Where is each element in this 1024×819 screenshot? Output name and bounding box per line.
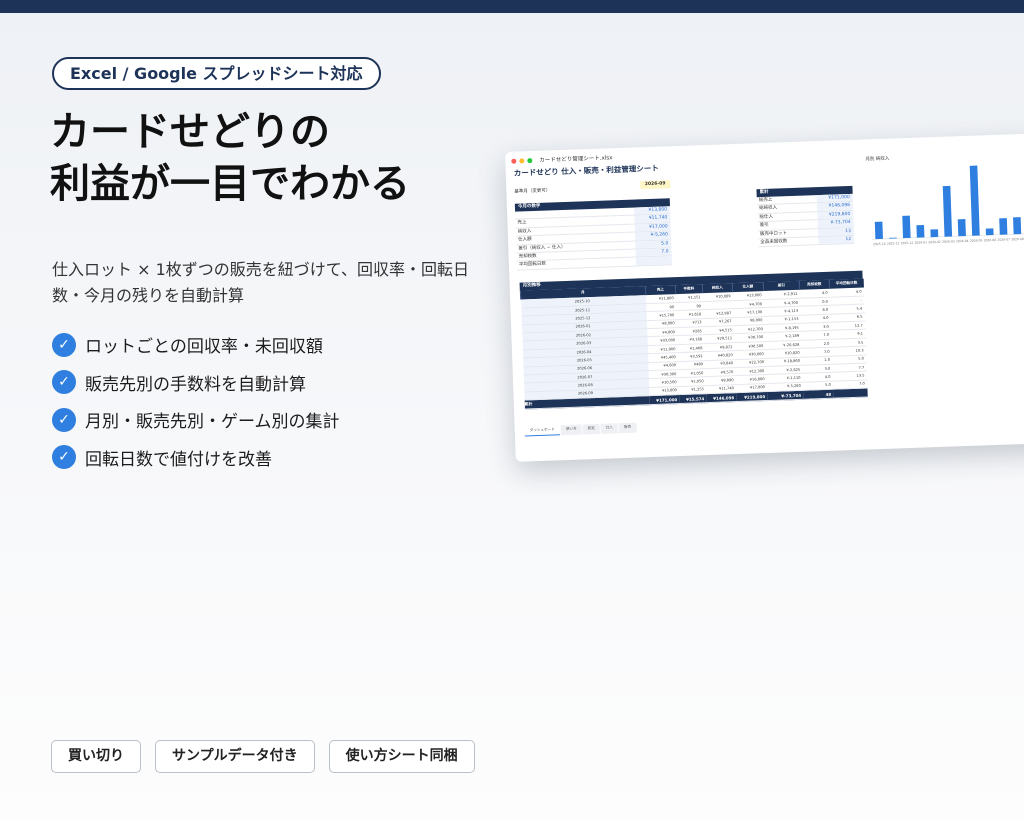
cumulative-value: ¥171,000: [816, 193, 853, 203]
x-tick-label: 2025-11: [887, 241, 900, 245]
sheet-tab[interactable]: 使い方: [560, 424, 582, 436]
x-tick-label: 2026-03: [942, 239, 955, 243]
monthly-table: 月別推移 月売上 手数料 純収入 仕入額 差引 売却枚数 平均回転日数 2025-10 ¥11…: [519, 270, 868, 410]
x-tick-label: 2026-01: [914, 240, 927, 244]
monthly-income-chart: 月別 純収入 2025-10 2025-11 2025-12 2026-01 2026-…: [859, 147, 1024, 258]
feature-text: 販売先別の手数料を自動計算: [85, 374, 306, 395]
feature-item: ✓ 回転日数で値付けを改善: [52, 439, 340, 477]
sheet-tab[interactable]: 販売: [618, 422, 637, 434]
cumulative-panel: 累計 総売上 ¥171,000 総純収入 ¥146,096 総仕入 ¥219,800 差引 ¥…: [756, 185, 855, 248]
x-tick-label: 2026-07: [997, 237, 1010, 241]
cumulative-value: ¥-73,704: [817, 219, 854, 228]
x-tick-label: 2025-12: [901, 241, 914, 245]
chart-bar: [942, 185, 953, 237]
minimize-dot-icon: [519, 157, 525, 164]
check-circle-icon: ✓: [52, 407, 76, 432]
feature-item: ✓ ロットごとの回収率・未回収額: [52, 326, 340, 364]
bar-chart-svg: 2025-10 2025-11 2025-12 2026-01 2026-02 2026-…: [872, 165, 1024, 246]
sheet-tab[interactable]: 設定: [582, 423, 601, 435]
tag-one-time-purchase: 買い切り: [51, 740, 141, 773]
spreadsheet-preview: カードせどり管理シート.xlsx カードせどり 仕入・販売・利益管理シート 基準…: [505, 133, 1024, 462]
sheet-tab-bar: ダッシュボード 使い方 設定 仕入 販売: [524, 422, 637, 437]
feature-item: ✓ 販売先別の手数料を自動計算: [52, 364, 340, 402]
x-tick-label: 2026-05: [970, 238, 983, 242]
this-month-value: ¥17,000: [634, 223, 671, 232]
total-cell: ¥219,800: [736, 391, 768, 402]
chart-bar: [999, 218, 1008, 235]
close-dot-icon: [511, 158, 517, 164]
chart-bar: [930, 229, 939, 238]
this-month-value: ¥11,740: [634, 214, 671, 224]
check-circle-icon: ✓: [52, 445, 76, 470]
base-month-value: 2026-09: [640, 180, 671, 190]
this-month-panel: 今月の数字 ¥13,800 売上 ¥11,740 純収入 ¥17,000 仕入額 ¥-5,2…: [514, 198, 673, 271]
cumulative-value: 13: [817, 227, 855, 237]
x-tick-label: 2026-08: [1011, 237, 1024, 241]
this-month-value: ¥-5,260: [634, 231, 672, 241]
chart-bar: [874, 221, 883, 240]
chart-bar: [969, 165, 980, 236]
sheet-tab[interactable]: ダッシュボード: [524, 425, 561, 437]
tag-sample-data: サンプルデータ付き: [155, 740, 315, 773]
tag-guide-sheet: 使い方シート同梱: [328, 740, 475, 773]
check-circle-icon: ✓: [52, 332, 76, 357]
sheet-title: カードせどり 仕入・販売・利益管理シート: [513, 163, 659, 178]
cumulative-value: 12: [818, 235, 855, 245]
cumulative-value: ¥219,800: [817, 210, 854, 220]
feature-list: ✓ ロットごとの回収率・未回収額 ✓ 販売先別の手数料を自動計算 ✓ 月別・販売先別・…: [52, 326, 340, 476]
total-cell: 48: [803, 389, 834, 400]
headline-line-1: カードせどりの: [50, 109, 330, 155]
this-month-value: 5.0: [635, 239, 672, 249]
chart-bar: [916, 224, 925, 238]
x-tick-label: 2026-02: [928, 240, 941, 244]
total-cell: [832, 388, 868, 399]
x-tick-label: 2026-06: [984, 238, 997, 242]
x-tick-label: 2025-10: [873, 242, 886, 246]
this-month-value: [635, 256, 673, 266]
this-month-value: 7.0: [635, 248, 672, 257]
feature-item: ✓ 月別・販売先別・ゲーム別の集計: [52, 401, 340, 439]
total-cell: ¥15,574: [679, 393, 707, 404]
maximize-dot-icon: [527, 157, 533, 163]
chart-bar: [985, 228, 994, 236]
feature-text: 回転日数で値付けを改善: [85, 449, 272, 470]
cumulative-value: ¥146,096: [816, 202, 854, 211]
sheet-tab[interactable]: 仕入: [600, 423, 619, 434]
file-name: カードせどり管理シート.xlsx: [539, 155, 613, 164]
compatibility-badge: Excel / Google スプレッドシート対応: [52, 57, 381, 90]
tag-row: 買い切り サンプルデータ付き 使い方シート同梱: [51, 740, 475, 773]
base-month-label: 基準月（変更可）: [514, 188, 551, 195]
monthly-grid: 月売上 手数料 純収入 仕入額 差引 売却枚数 平均回転日数 2025-10 ¥11,800 ¥…: [520, 278, 868, 410]
check-circle-icon: ✓: [52, 370, 76, 395]
top-accent-bar: [0, 0, 1024, 13]
headline: カードせどりの 利益が一目でわかる: [50, 106, 490, 210]
total-cell: ¥171,000: [649, 394, 680, 405]
window-titlebar: カードせどり管理シート.xlsx: [511, 153, 613, 165]
total-cell: ¥-73,704: [767, 390, 804, 401]
x-tick-label: 2026-04: [956, 239, 969, 243]
chart-bar: [1013, 217, 1022, 235]
cumulative-label: 全品未回収数: [760, 239, 788, 246]
this-month-value: ¥13,800: [634, 206, 671, 215]
chart-title: 月別 純収入: [865, 156, 890, 163]
headline-line-2: 利益が一目でわかる: [50, 161, 410, 207]
chart-bar: [902, 215, 911, 239]
feature-text: ロットごとの回収率・未回収額: [85, 337, 323, 358]
chart-bar: [957, 219, 966, 237]
description: 仕入ロット × 1枚ずつの販売を紐づけて、回収率・回転日数・今月の残りを自動計算: [52, 260, 469, 305]
feature-text: 月別・販売先別・ゲーム別の集計: [85, 412, 340, 433]
total-cell: ¥146,096: [706, 392, 737, 403]
